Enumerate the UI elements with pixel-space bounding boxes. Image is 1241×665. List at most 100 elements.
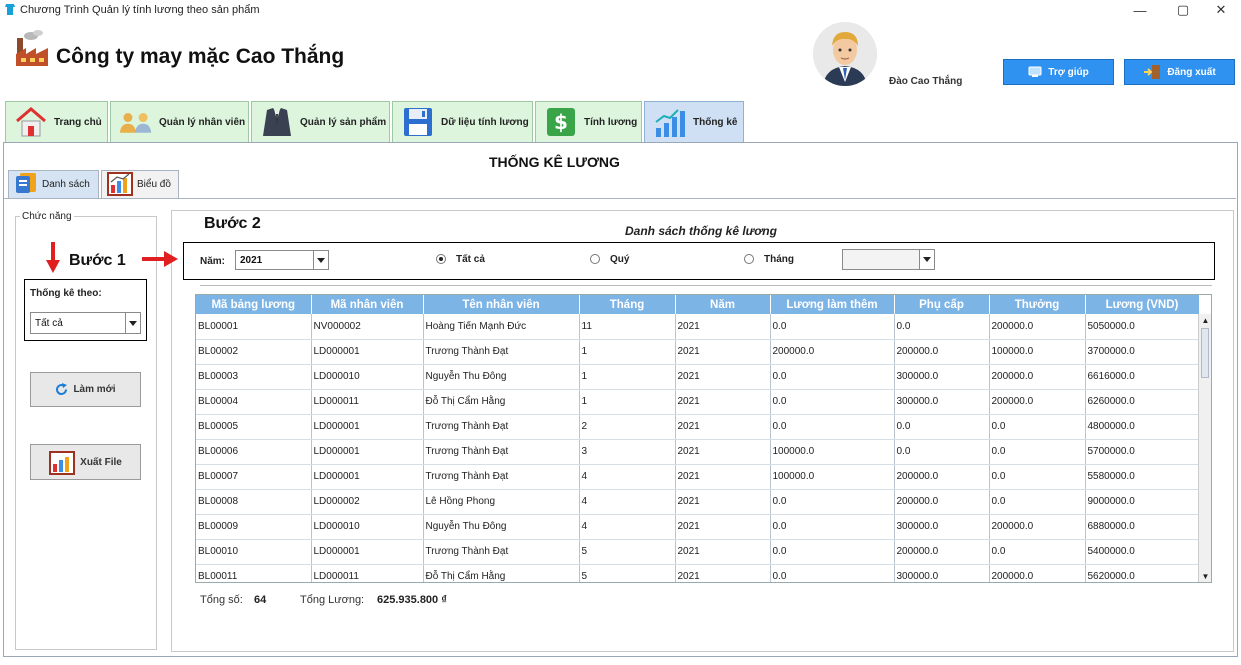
help-icon <box>1028 66 1042 77</box>
subtab-divider <box>4 198 1236 199</box>
table-cell: 100000.0 <box>770 439 895 465</box>
table-row[interactable]: BL00006 LD000001 Trương Thành Đạt 3 2021 1000… <box>196 439 1200 465</box>
table-row[interactable]: BL00008 LD000002 Lê Hồng Phong 4 2021 0.0 2000… <box>196 489 1200 515</box>
table-cell: 100000.0 <box>770 464 895 490</box>
table-cell: LD000011 <box>311 564 424 582</box>
column-header[interactable]: Lương (VND) <box>1085 295 1200 314</box>
radio-all[interactable] <box>436 254 446 264</box>
table-cell: 2021 <box>675 389 771 415</box>
user-name: Đào Cao Thắng <box>889 76 963 87</box>
table-row[interactable]: BL00011 LD000011 Đỗ Thị Cẩm Hằng 5 2021 0.0 30… <box>196 564 1200 582</box>
column-header[interactable]: Thưởng <box>989 295 1086 314</box>
tab-calculate-salary[interactable]: $ Tính lương <box>535 101 642 142</box>
tab-products[interactable]: Quản lý sản phẩm <box>251 101 390 142</box>
suit-icon <box>260 105 294 139</box>
stat-by-dropdown[interactable]: Tất cả <box>30 312 141 334</box>
table-cell: 3700000.0 <box>1085 339 1200 365</box>
help-button[interactable]: Trợ giúp <box>1003 59 1114 85</box>
export-file-button[interactable]: Xuất File <box>30 444 141 480</box>
table-cell: 200000.0 <box>989 364 1086 390</box>
table-cell: LD000010 <box>311 364 424 390</box>
close-button[interactable]: ✕ <box>1198 0 1241 20</box>
table-cell: LD000001 <box>311 439 424 465</box>
table-cell: 5050000.0 <box>1085 314 1200 340</box>
table-cell: 2021 <box>675 339 771 365</box>
radio-month[interactable] <box>744 254 754 264</box>
table-row[interactable]: BL00009 LD000010 Nguyễn Thu Đông 4 2021 0.0 30… <box>196 514 1200 540</box>
column-header[interactable]: Mã bảng lương <box>196 295 312 314</box>
floppy-icon <box>401 105 435 139</box>
table-cell: BL00010 <box>196 539 312 565</box>
step-1-label: Bước 1 <box>69 252 126 269</box>
table-cell: LD000011 <box>311 389 424 415</box>
company-name: Công ty may mặc Cao Thắng <box>56 45 345 68</box>
table-cell: 2021 <box>675 489 771 515</box>
table-cell: BL00009 <box>196 514 312 540</box>
table-cell: 5620000.0 <box>1085 564 1200 582</box>
total-salary-value: 625.935.800 ₫ <box>377 594 447 606</box>
table-cell: 4800000.0 <box>1085 414 1200 440</box>
tab-employees-label: Quản lý nhân viên <box>159 116 246 128</box>
subtab-list-label: Danh sách <box>42 179 90 190</box>
table-cell: 0.0 <box>894 439 990 465</box>
tab-salary-data-label: Dữ liệu tính lương <box>441 116 529 128</box>
table-cell: LD000001 <box>311 539 424 565</box>
month-dropdown[interactable] <box>842 249 935 270</box>
column-header[interactable]: Phụ cấp <box>894 295 990 314</box>
function-panel-title: Chức năng <box>20 211 74 222</box>
column-header[interactable]: Tháng <box>579 295 676 314</box>
table-cell: BL00004 <box>196 389 312 415</box>
table-row[interactable]: BL00005 LD000001 Trương Thành Đạt 2 2021 0.0 0… <box>196 414 1200 440</box>
avatar <box>813 22 877 86</box>
year-dropdown[interactable]: 2021 <box>235 250 329 270</box>
table-cell: 2021 <box>675 314 771 340</box>
refresh-button[interactable]: Làm mới <box>30 372 141 407</box>
table-row[interactable]: BL00004 LD000011 Đỗ Thị Cẩm Hằng 1 2021 0.0 30… <box>196 389 1200 415</box>
logout-label: Đăng xuất <box>1167 66 1216 78</box>
tab-home[interactable]: Trang chủ <box>5 101 108 142</box>
logout-button[interactable]: Đăng xuất <box>1124 59 1235 85</box>
table-cell: 2021 <box>675 364 771 390</box>
table-header-row: Mã bảng lương Mã nhân viên Tên nhân viên… <box>196 295 1200 314</box>
table-cell: 11 <box>579 314 676 340</box>
table-row[interactable]: BL00010 LD000001 Trương Thành Đạt 5 2021 0.0 2… <box>196 539 1200 565</box>
scroll-down-icon[interactable]: ▼ <box>1199 570 1211 582</box>
column-header[interactable]: Mã nhân viên <box>311 295 424 314</box>
list-title: Danh sách thống kê lương <box>625 224 777 238</box>
table-cell: 0.0 <box>989 539 1086 565</box>
table-cell: Lê Hồng Phong <box>423 489 580 515</box>
vertical-scrollbar[interactable]: ▲ ▼ <box>1198 314 1211 582</box>
export-chart-icon <box>49 451 76 475</box>
tab-employees[interactable]: Quản lý nhân viên <box>110 101 249 142</box>
tab-statistics[interactable]: Thống kê <box>644 101 744 143</box>
chevron-down-icon <box>919 250 934 269</box>
table-cell: 0.0 <box>989 439 1086 465</box>
subtab-list[interactable]: Danh sách <box>8 170 99 198</box>
table-row[interactable]: BL00003 LD000010 Nguyễn Thu Đông 1 2021 0.0 30… <box>196 364 1200 390</box>
window-title: Chương Trình Quản lý tính lương theo sản… <box>20 4 260 16</box>
house-icon <box>14 105 48 139</box>
table-row[interactable]: BL00007 LD000001 Trương Thành Đạt 4 2021 1000… <box>196 464 1200 490</box>
scroll-up-icon[interactable]: ▲ <box>1199 314 1211 326</box>
subtab-chart[interactable]: Biểu đồ <box>101 170 179 198</box>
table-cell: Đỗ Thị Cẩm Hằng <box>423 564 580 582</box>
arrow-down-icon <box>46 242 60 273</box>
table-cell: 1 <box>579 364 676 390</box>
tab-salary-data[interactable]: Dữ liệu tính lương <box>392 101 533 142</box>
radio-quarter[interactable] <box>590 254 600 264</box>
table-row[interactable]: BL00002 LD000001 Trương Thành Đạt 1 2021 2000… <box>196 339 1200 365</box>
column-header[interactable]: Lương làm thêm <box>770 295 895 314</box>
minimize-button[interactable]: — <box>1117 0 1163 20</box>
logout-icon <box>1144 65 1161 79</box>
chevron-down-icon <box>125 313 140 333</box>
table-cell: 2021 <box>675 464 771 490</box>
table-cell: 2021 <box>675 564 771 582</box>
column-header[interactable]: Năm <box>675 295 771 314</box>
table-cell: BL00003 <box>196 364 312 390</box>
column-header[interactable]: Tên nhân viên <box>423 295 580 314</box>
radio-quarter-label: Quý <box>610 254 630 265</box>
table-cell: Nguyễn Thu Đông <box>423 514 580 540</box>
scroll-thumb[interactable] <box>1201 328 1209 378</box>
table-row[interactable]: BL00001 NV000002 Hoàng Tiến Mạnh Đức 11 2021… <box>196 314 1200 340</box>
app-icon <box>5 4 15 15</box>
